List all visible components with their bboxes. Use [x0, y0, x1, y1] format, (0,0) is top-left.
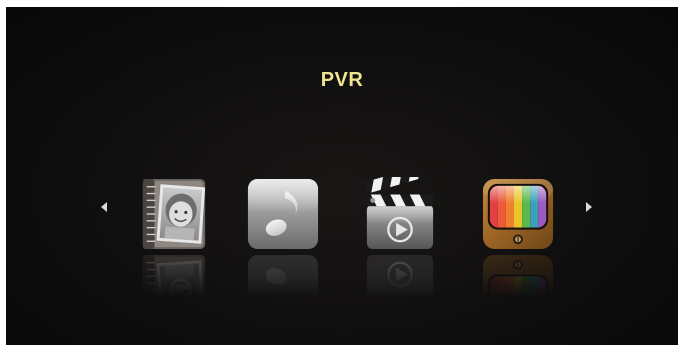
- app-movie[interactable]: [360, 172, 440, 297]
- menu-screen: PVR: [6, 7, 678, 345]
- app-photo-album[interactable]: [134, 172, 214, 297]
- app-pvr-tv[interactable]: [478, 172, 558, 297]
- photo-album-icon: [142, 178, 206, 250]
- app-music[interactable]: [243, 172, 323, 297]
- movie-reflection: [363, 253, 437, 297]
- photo-album-reflection: [137, 253, 211, 297]
- clapperboard-icon: [363, 177, 435, 251]
- triangle-right-icon[interactable]: [586, 202, 592, 212]
- music-reflection: [246, 253, 320, 297]
- tv-reflection: [481, 253, 555, 297]
- menu-title: PVR: [320, 69, 364, 91]
- music-note-icon: [246, 177, 320, 251]
- tv-icon: [481, 177, 555, 251]
- triangle-left-icon[interactable]: [101, 202, 107, 212]
